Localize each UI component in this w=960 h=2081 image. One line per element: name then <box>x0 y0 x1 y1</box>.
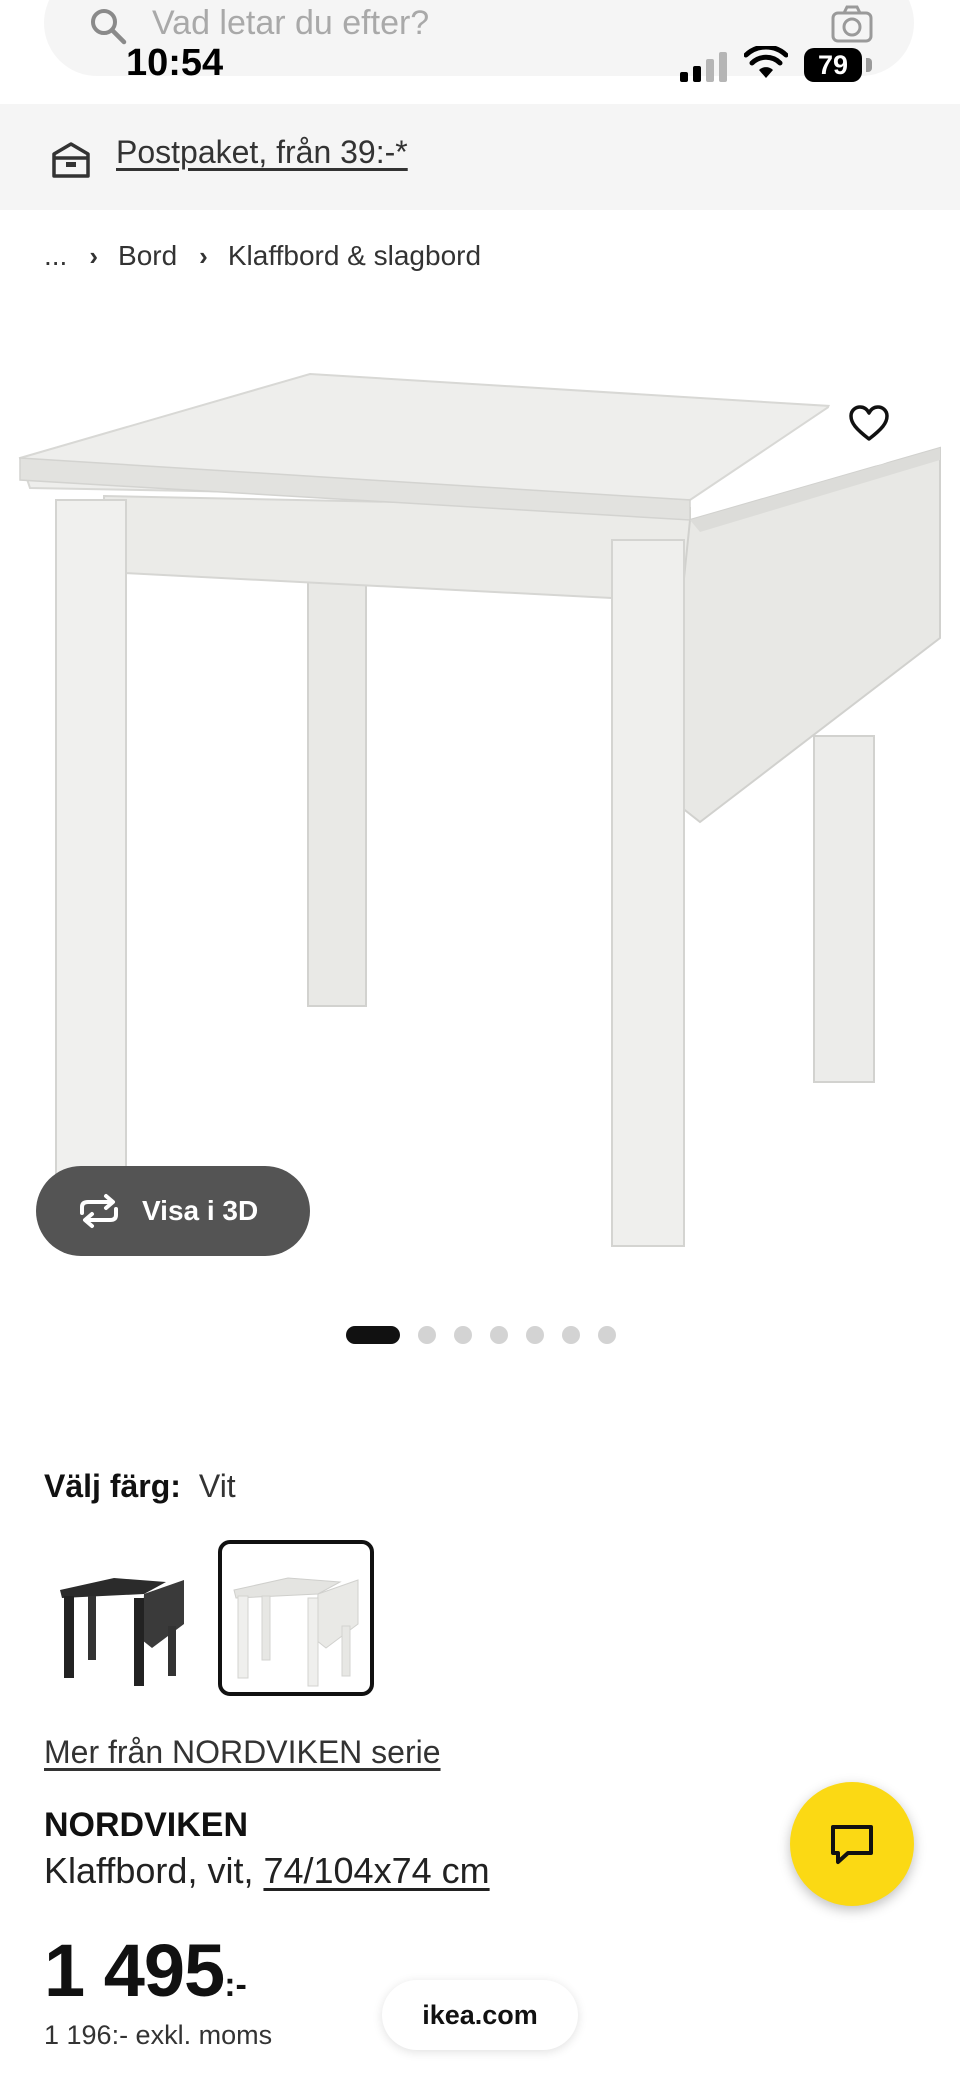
carousel-dot[interactable] <box>346 1326 400 1344</box>
search-icon <box>91 9 127 45</box>
carousel-dot[interactable] <box>562 1326 580 1344</box>
product-image[interactable] <box>0 340 960 1290</box>
breadcrumb-item-klaffbord[interactable]: Klaffbord & slagbord <box>228 240 481 272</box>
carousel-dot[interactable] <box>598 1326 616 1344</box>
color-label: Välj färg: <box>44 1468 181 1504</box>
status-time: 10:54 <box>126 42 224 84</box>
carousel-dot[interactable] <box>418 1326 436 1344</box>
favorite-button[interactable] <box>826 380 912 466</box>
chevron-right-icon: › <box>89 240 99 271</box>
carousel-dot[interactable] <box>526 1326 544 1344</box>
color-selector-heading: Välj färg: Vit <box>44 1468 236 1505</box>
series-link[interactable]: Mer från NORDVIKEN serie <box>44 1734 441 1771</box>
battery-indicator: 79 <box>804 48 862 82</box>
color-swatch-white[interactable] <box>218 1540 374 1696</box>
view-3d-button[interactable]: Visa i 3D <box>36 1166 310 1256</box>
product-type: Klaffbord, vit, <box>44 1850 264 1891</box>
view-3d-label: Visa i 3D <box>142 1195 259 1226</box>
price: 1 495 :- <box>44 1928 247 2013</box>
camera-icon[interactable] <box>830 4 874 44</box>
heart-icon <box>849 405 889 441</box>
breadcrumb-item-bord[interactable]: Bord <box>118 240 177 272</box>
signal-icon <box>680 52 727 82</box>
price-excl-vat: 1 196:- exkl. moms <box>44 2020 273 2050</box>
color-value: Vit <box>198 1468 236 1504</box>
product-dimensions-link[interactable]: 74/104x74 cm <box>263 1850 489 1891</box>
shipping-banner[interactable]: Postpaket, från 39:-* <box>0 104 960 210</box>
wifi-icon <box>744 46 788 78</box>
chat-button[interactable] <box>790 1782 914 1906</box>
rotate-3d-icon <box>80 1194 118 1228</box>
breadcrumb: ... › Bord › Klaffbord & slagbord <box>44 240 481 272</box>
shipping-link[interactable]: Postpaket, från 39:-* <box>116 134 408 171</box>
product-name: NORDVIKEN <box>44 1806 249 1844</box>
battery-tip <box>866 58 872 72</box>
price-amount: 1 495 <box>44 1929 225 2012</box>
chevron-right-icon: › <box>199 240 208 271</box>
search-placeholder[interactable]: Vad letar du efter? <box>152 4 429 43</box>
browser-url-pill[interactable]: ikea.com <box>382 1980 578 2050</box>
white-table-thumbnail <box>233 1577 359 1687</box>
price-suffix: :- <box>224 1966 247 2004</box>
color-swatch-black[interactable] <box>44 1540 200 1696</box>
chat-icon <box>831 1825 873 1864</box>
product-description: Klaffbord, vit, 74/104x74 cm <box>44 1850 490 1892</box>
carousel-dot[interactable] <box>490 1326 508 1344</box>
black-table-thumbnail <box>60 1578 184 1686</box>
breadcrumb-ellipsis[interactable]: ... <box>44 240 67 272</box>
carousel-dot[interactable] <box>454 1326 472 1344</box>
parcel-icon <box>52 142 90 178</box>
carousel-indicator <box>346 1326 634 1344</box>
